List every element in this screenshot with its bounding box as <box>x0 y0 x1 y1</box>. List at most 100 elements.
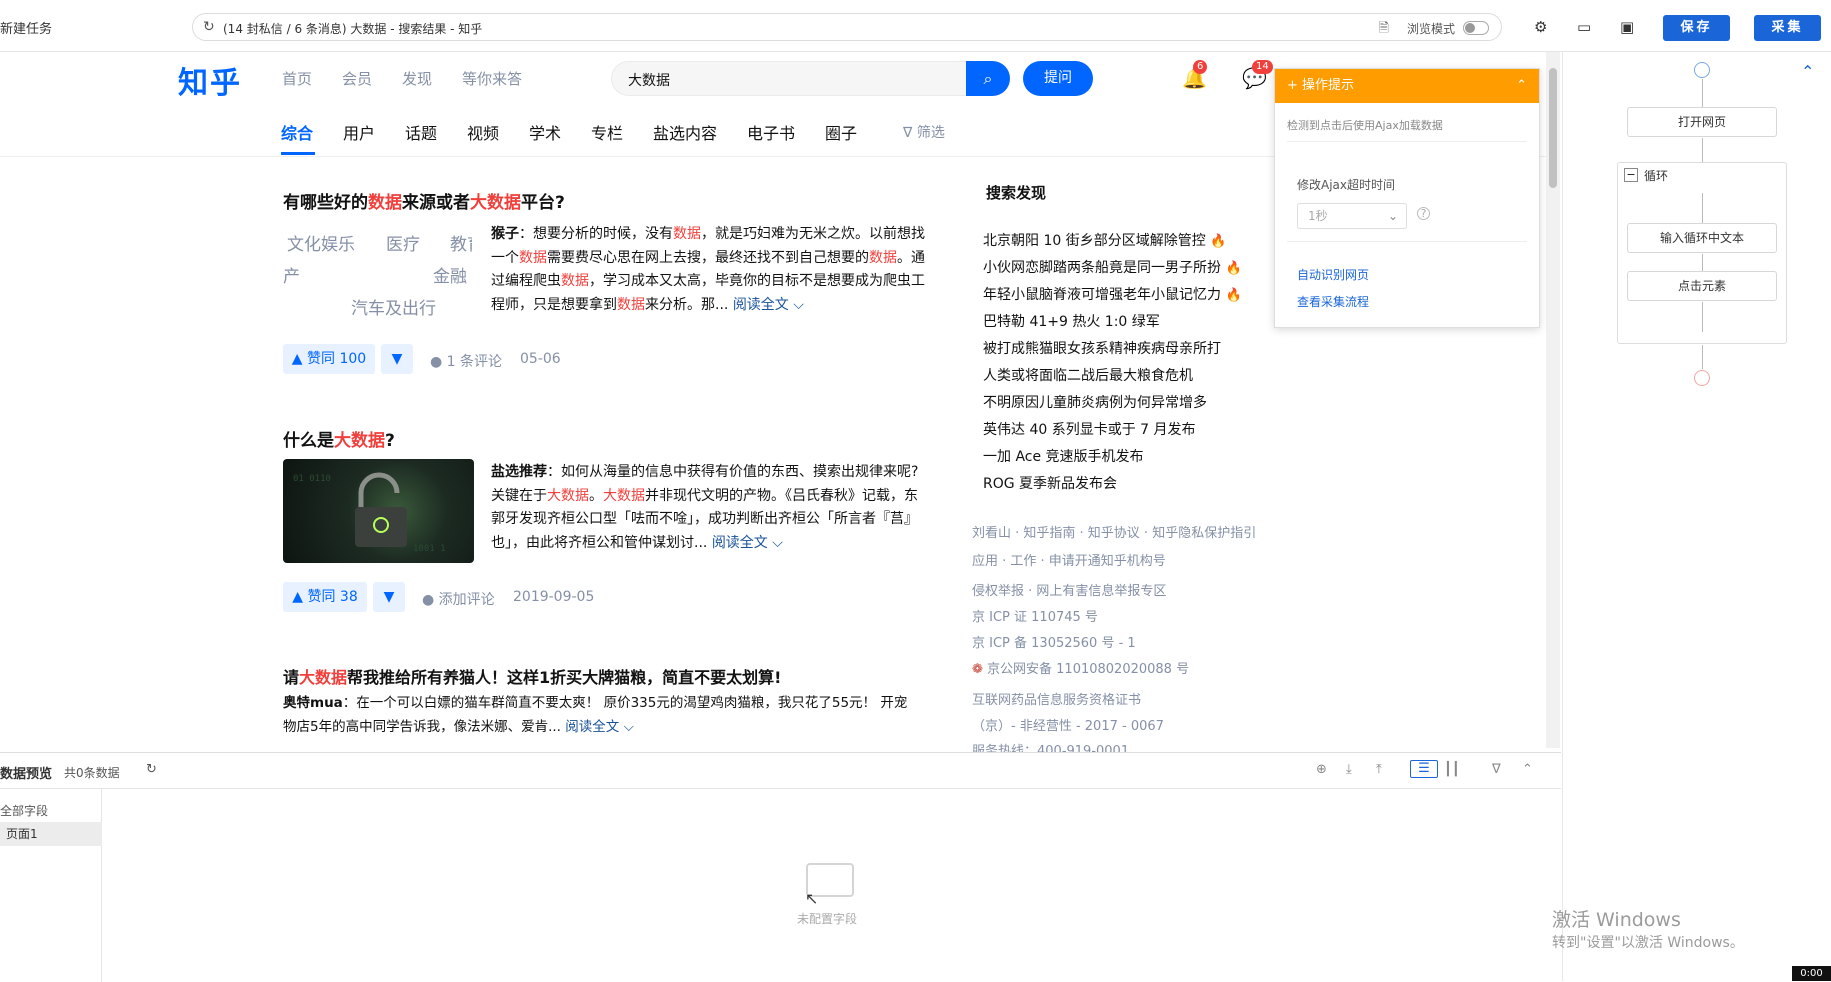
footer-line[interactable]: 刘看山 · 知乎指南 · 知乎协议 · 知乎隐私保护指引 <box>972 522 1256 541</box>
filter-label: 筛选 <box>916 125 945 141</box>
result-title[interactable]: 有哪些好的数据来源或者大数据平台? <box>283 188 565 213</box>
hot-item[interactable]: 年轻小鼠脑脊液可增强老年小鼠记忆力 🔥 <box>983 284 1242 304</box>
comment-link[interactable]: ● 添加评论 <box>422 589 495 609</box>
excerpt-text: 。通 <box>897 249 925 266</box>
keyword: 汽车及出行 <box>351 299 436 319</box>
auto-detect-link[interactable]: 自动识别网页 <box>1297 266 1369 283</box>
export-icon[interactable]: ⤒ <box>1376 762 1382 777</box>
hot-item[interactable]: 被打成熊猫眼女孩系精神疾病母亲所打 <box>983 338 1221 358</box>
new-task-tab[interactable]: 新建任务 <box>0 18 52 37</box>
hot-item[interactable]: ROG 夏季新品发布会 <box>983 473 1117 493</box>
result-title[interactable]: 请大数据帮我推给所有养猫人！这样1折买大牌猫粮，简直不要太划算! <box>283 664 781 688</box>
result-title[interactable]: 什么是大数据? <box>283 426 395 451</box>
zhihu-logo[interactable]: 知乎 <box>178 58 242 102</box>
gear-icon[interactable]: ⚙ <box>1534 18 1547 36</box>
excerpt-text: ：想要分析的时候，没有 <box>519 226 673 242</box>
result-thumbnail[interactable]: 01 0110 1001 1 <box>283 459 474 563</box>
scrollbar-thumb[interactable] <box>1549 68 1557 188</box>
downvote-button[interactable]: ▼ <box>381 344 413 374</box>
search-button[interactable]: ⌕ <box>966 61 1010 96</box>
app-toolbar: 新建任务 ↻ (14 封私信 / 6 条消息) 大数据 - 搜索结果 - 知乎 … <box>0 0 1831 52</box>
collapse-panel-icon[interactable]: ⌃ <box>1801 62 1814 81</box>
flow-loop-container[interactable]: − 循环 输入循环中文本 点击元素 <box>1617 162 1787 344</box>
layout-icon[interactable]: ▭ <box>1577 18 1591 36</box>
refresh-icon[interactable]: ↻ <box>146 762 157 777</box>
footer-line[interactable]: 应用 · 工作 · 申请开通知乎机构号 <box>972 550 1166 569</box>
tab-topics[interactable]: 话题 <box>405 120 437 144</box>
search-icon: ⌕ <box>983 69 993 88</box>
tab-all[interactable]: 综合 <box>281 120 313 144</box>
flow-node-input-text[interactable]: 输入循环中文本 <box>1627 223 1777 253</box>
downvote-button[interactable]: ▼ <box>373 582 405 612</box>
result-excerpt[interactable]: 猴子：想要分析的时候，没有数据，就是巧妇难为无米之炊。以前想找 一个数据需要费尽… <box>491 223 931 317</box>
title-highlight: 数据 <box>368 193 402 213</box>
import-icon[interactable]: ⤓ <box>1346 762 1352 777</box>
tab-columns[interactable]: 专栏 <box>591 120 623 144</box>
keyword: 产 <box>283 267 300 287</box>
footer-line[interactable]: 侵权举报 · 网上有害信息举报专区 <box>972 580 1166 599</box>
author-name: 猴子 <box>491 226 519 242</box>
hot-item[interactable]: 巴特勒 41+9 热火 1:0 绿军 <box>983 311 1160 331</box>
tab-academic[interactable]: 学术 <box>529 120 561 144</box>
upvote-button[interactable]: ▲ 赞同 100 <box>283 344 375 374</box>
filter-button[interactable]: ∇ 筛选 <box>903 122 945 142</box>
ajax-timeout-select[interactable]: 1秒 ⌄ <box>1297 203 1407 229</box>
collapse-icon[interactable]: ⌃ <box>1516 69 1527 103</box>
tab-ebooks[interactable]: 电子书 <box>747 120 795 144</box>
flow-start-icon[interactable] <box>1694 62 1710 78</box>
data-preview-header: 数据预览 共0条数据 ↻ ⊕ ⤓ ⤒ ☰ ┃┃ ∇ ⌃ <box>0 753 1561 789</box>
all-fields-item[interactable]: 全部字段 <box>0 802 48 819</box>
tab-users[interactable]: 用户 <box>343 120 375 144</box>
read-more-link[interactable]: 阅读全文 ⌵ <box>712 535 783 551</box>
read-more-label: 阅读全文 <box>711 534 768 551</box>
hot-item[interactable]: 小伙网恋脚踏两条船竟是同一男子所扮 🔥 <box>983 257 1242 277</box>
triangle-down-icon: ▼ <box>383 589 395 605</box>
nav-home[interactable]: 首页 <box>282 68 312 89</box>
minus-icon[interactable]: − <box>1624 168 1638 182</box>
nav-discover[interactable]: 发现 <box>402 68 432 89</box>
empty-fields-text: 未配置字段 <box>797 912 858 926</box>
read-more-link[interactable]: 阅读全文 ⌵ <box>565 719 634 735</box>
save-button[interactable]: 保存 <box>1663 15 1730 41</box>
flow-node-open-page[interactable]: 打开网页 <box>1627 107 1777 137</box>
excerpt-text: 郭牙发现齐桓公口型「呿而不唫」，成功判断出齐桓公「所言者『莒』 <box>491 511 918 527</box>
comment-link[interactable]: ● 1 条评论 <box>430 351 502 371</box>
read-more-link[interactable]: 阅读全文 ⌵ <box>733 297 804 313</box>
flow-node-click[interactable]: 点击元素 <box>1627 271 1777 301</box>
reload-icon[interactable]: ↻ <box>203 19 215 35</box>
list-view-icon[interactable]: ☰ <box>1410 760 1438 778</box>
hot-item[interactable]: 北京朝阳 10 街乡部分区域解除管控 🔥 <box>983 230 1226 250</box>
help-icon[interactable]: ? <box>1417 207 1430 220</box>
browse-mode-toggle[interactable] <box>1463 21 1489 35</box>
nav-wait-answer[interactable]: 等你来答 <box>462 68 522 89</box>
nav-vip[interactable]: 会员 <box>342 68 372 89</box>
hot-item[interactable]: 人类或将面临二战后最大粮食危机 <box>983 365 1193 385</box>
result-excerpt[interactable]: 奥特mua：在一个可以白嫖的猫车群简直不要太爽！ 原价335元的渴望鸡肉猫粮，我… <box>283 692 933 739</box>
tab-circles[interactable]: 圈子 <box>825 120 857 144</box>
hot-item[interactable]: 一加 Ace 竞速版手机发布 <box>983 446 1144 466</box>
address-bar[interactable]: ↻ (14 封私信 / 6 条消息) 大数据 - 搜索结果 - 知乎 🗎 浏览模… <box>192 13 1502 41</box>
window-icon[interactable]: ▣ <box>1620 18 1634 36</box>
upvote-button[interactable]: ▲ 赞同 38 <box>283 582 367 612</box>
excerpt-text: 也」，由此将齐桓公和管仲谋划讨... <box>491 534 708 551</box>
operation-tip-header[interactable]: + 操作提示 ⌃ <box>1275 69 1539 103</box>
collapse-icon[interactable]: ⌃ <box>1522 762 1533 777</box>
tab-videos[interactable]: 视频 <box>467 120 499 144</box>
column-view-icon[interactable]: ┃┃ <box>1444 762 1460 777</box>
add-field-icon[interactable]: ⊕ <box>1316 762 1327 777</box>
collect-button[interactable]: 采集 <box>1754 15 1821 41</box>
hot-item[interactable]: 英伟达 40 系列显卡或于 7 月发布 <box>983 419 1196 439</box>
flow-end-icon[interactable] <box>1694 370 1710 386</box>
search-input[interactable]: 大数据 <box>611 61 967 96</box>
footer-line[interactable]: 互联网药品信息服务资格证书 <box>972 689 1141 708</box>
page1-item[interactable]: 页面1 <box>0 822 102 846</box>
reader-icon[interactable]: 🗎 <box>1379 19 1389 41</box>
filter-icon[interactable]: ∇ <box>1492 762 1501 777</box>
view-flow-link[interactable]: 查看采集流程 <box>1297 293 1369 310</box>
hot-item[interactable]: 不明原因儿童肺炎病例为何异常增多 <box>983 392 1207 412</box>
comment-count: 1 条评论 <box>446 354 503 370</box>
page-scrollbar[interactable] <box>1546 52 1560 748</box>
result-excerpt[interactable]: 盐选推荐：如何从海量的信息中获得有价值的东西、摸索出规律来呢? 关键在于大数据。… <box>491 461 931 555</box>
ask-button[interactable]: 提问 <box>1023 61 1093 96</box>
tab-salt[interactable]: 盐选内容 <box>653 120 717 144</box>
